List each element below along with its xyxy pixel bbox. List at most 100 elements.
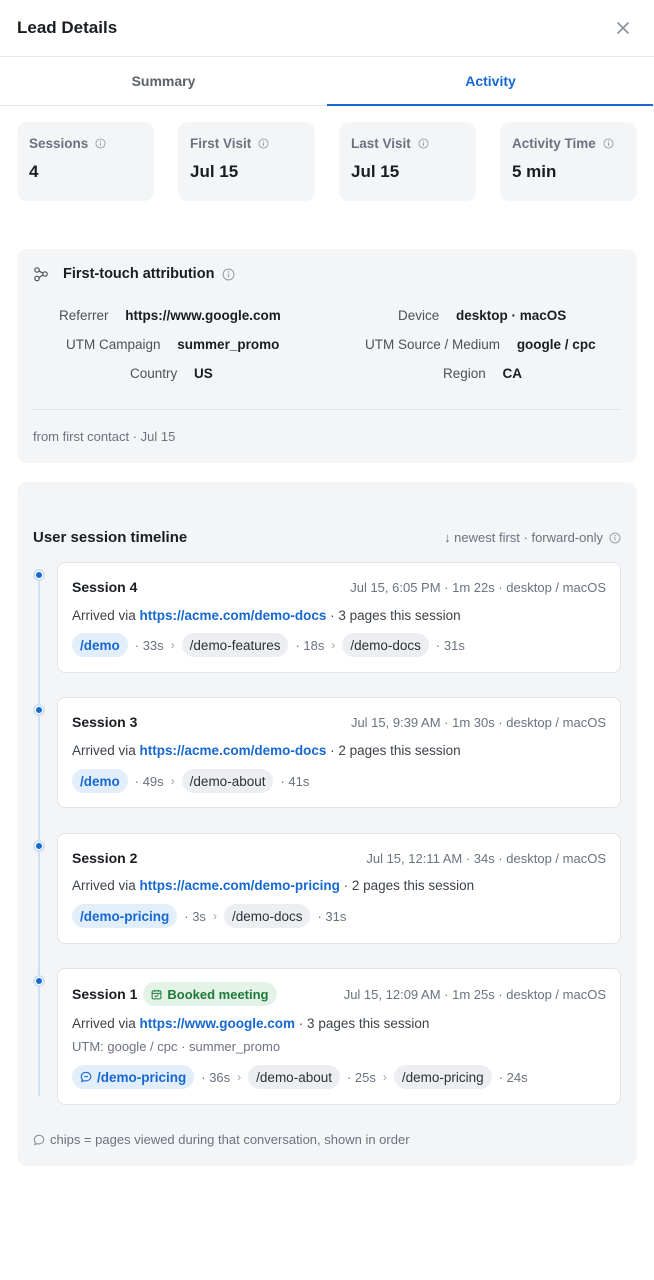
close-icon	[617, 22, 629, 34]
page-chip[interactable]: /demo-pricing	[72, 904, 178, 928]
session-time: Jul 15, 6:05 PM · 1m 22s · desktop / mac…	[350, 579, 606, 595]
stat-card-last-visit: Last Visit Jul 15	[339, 122, 476, 201]
info-icon[interactable]	[603, 138, 614, 149]
region-row: Region CA	[443, 366, 522, 381]
page-chip[interactable]: /demo-docs	[223, 904, 311, 928]
page-chips: /demo-pricing · 3s › /demo-docs · 31s	[72, 904, 346, 928]
close-button[interactable]	[613, 18, 633, 38]
utm-source-label: UTM Source / Medium	[365, 337, 501, 352]
info-icon[interactable]	[222, 268, 235, 281]
drawer-header: Lead Details	[0, 0, 654, 57]
arrived-url-link[interactable]: https://acme.com/demo-pricing	[140, 878, 340, 893]
page-duration: · 31s	[435, 637, 465, 653]
referrer-label: Referrer	[59, 308, 109, 323]
arrived-suffix: · 2 pages this session	[343, 878, 475, 893]
page-chip[interactable]: /demo-docs	[342, 633, 429, 657]
device-value: desktop · macOS	[456, 308, 567, 323]
info-icon[interactable]	[258, 138, 269, 149]
timeline-dot	[33, 704, 45, 716]
chevron-right-icon: ›	[331, 638, 336, 652]
divider	[33, 409, 621, 410]
chevron-right-icon: ›	[382, 1070, 387, 1084]
stat-label: Activity Time	[512, 136, 596, 151]
booked-meeting-badge: Booked meeting	[143, 982, 277, 1006]
timeline-dot	[33, 569, 45, 581]
session-time: Jul 15, 12:11 AM · 34s · desktop / macOS	[366, 850, 606, 866]
session-time: Jul 15, 9:39 AM · 1m 30s · desktop / mac…	[350, 714, 606, 730]
attribution-title: First-touch attribution	[63, 266, 215, 282]
info-icon[interactable]	[95, 138, 106, 149]
chevron-right-icon: ›	[237, 1070, 242, 1084]
stat-label: First Visit	[190, 136, 252, 151]
page-chips: /demo-pricing · 36s › /demo-about · 25s …	[72, 1065, 528, 1089]
page-duration: · 3s	[184, 908, 206, 924]
session-timeline-card: User session timeline ↓ newest first · f…	[17, 482, 637, 1166]
country-row: Country US	[130, 366, 213, 381]
arrived-url-link[interactable]: https://acme.com/demo-docs	[140, 743, 327, 758]
country-value: US	[194, 366, 213, 381]
utm-campaign-value: summer_promo	[177, 337, 280, 352]
arrived-suffix: · 3 pages this session	[330, 608, 461, 623]
arrived-suffix: · 3 pages this session	[298, 1016, 430, 1031]
calendar-icon	[151, 989, 162, 999]
page-chip[interactable]: /demo-about	[248, 1065, 340, 1089]
session-arrived: Arrived via https://www.google.com · 3 p…	[72, 1016, 429, 1031]
page-chips: /demo · 33s › /demo-features · 18s › /de…	[72, 633, 465, 657]
stat-value: Jul 15	[351, 162, 400, 181]
session-name: Session 4	[72, 579, 138, 595]
chat-icon	[33, 1134, 45, 1146]
page-duration: · 41s	[280, 773, 310, 789]
session-card[interactable]: Session 1 Booked meeting Jul 15, 12:09 A…	[57, 968, 621, 1105]
page-duration: · 36s	[201, 1069, 231, 1085]
page-chip[interactable]: /demo	[72, 633, 128, 657]
chevron-right-icon: ›	[170, 774, 175, 788]
session-name: Session 3	[72, 714, 138, 730]
timeline-meta: ↓ newest first · forward-only	[444, 530, 621, 545]
timeline-dot	[33, 840, 45, 852]
page-duration: · 18s	[295, 637, 325, 653]
arrived-url-link[interactable]: https://acme.com/demo-docs	[140, 608, 327, 623]
timeline-title: User session timeline	[33, 529, 188, 546]
arrived-prefix: Arrived via	[72, 743, 136, 758]
chevron-right-icon: ›	[212, 909, 217, 923]
tab-bar: Summary Activity	[0, 57, 654, 106]
utm-source-value: google / cpc	[516, 337, 596, 352]
device-label: Device	[398, 308, 440, 323]
tab-activity[interactable]: Activity	[327, 57, 654, 106]
timeline-sort-label: ↓ newest first · forward-only	[444, 530, 603, 545]
info-icon[interactable]	[609, 532, 621, 544]
page-title: Lead Details	[17, 18, 118, 37]
timeline-dot	[33, 975, 45, 987]
page-chip-label: /demo-pricing	[97, 1069, 187, 1085]
chat-icon	[80, 1071, 92, 1083]
device-row: Device desktop · macOS	[398, 308, 566, 323]
arrived-url-link[interactable]: https://www.google.com	[140, 1016, 296, 1031]
session-card[interactable]: Session 2 Jul 15, 12:11 AM · 34s · deskt…	[57, 833, 621, 944]
utm-campaign-label: UTM Campaign	[66, 337, 161, 352]
stat-card-sessions: Sessions 4	[17, 122, 154, 201]
stat-card-first-visit: First Visit Jul 15	[178, 122, 315, 201]
page-duration: · 31s	[317, 908, 347, 924]
info-icon[interactable]	[418, 138, 429, 149]
stat-label: Sessions	[29, 136, 89, 151]
stat-card-activity-time: Activity Time 5 min	[500, 122, 637, 201]
page-chip[interactable]: /demo	[72, 769, 128, 793]
page-chip[interactable]: /demo-pricing	[393, 1065, 492, 1089]
utm-source-row: UTM Source / Medium google / cpc	[365, 337, 596, 352]
flow-icon	[33, 266, 49, 282]
stat-value: Jul 15	[190, 162, 239, 181]
session-arrived: Arrived via https://acme.com/demo-docs ·…	[72, 743, 461, 758]
page-chips: /demo · 49s › /demo-about · 41s	[72, 769, 309, 793]
stat-value: 4	[29, 162, 39, 181]
session-card[interactable]: Session 4 Jul 15, 6:05 PM · 1m 22s · des…	[57, 562, 621, 673]
session-card[interactable]: Session 3 Jul 15, 9:39 AM · 1m 30s · des…	[57, 697, 621, 808]
page-chip[interactable]: /demo-features	[181, 633, 289, 657]
session-name: Session 1	[72, 986, 138, 1002]
page-duration: · 33s	[134, 637, 164, 653]
page-chip[interactable]: /demo-pricing	[72, 1065, 195, 1089]
page-chip[interactable]: /demo-about	[181, 769, 274, 793]
stat-value: 5 min	[512, 162, 557, 181]
page-duration: · 25s	[346, 1069, 376, 1085]
page-duration: · 24s	[498, 1069, 528, 1085]
tab-summary[interactable]: Summary	[0, 57, 327, 105]
